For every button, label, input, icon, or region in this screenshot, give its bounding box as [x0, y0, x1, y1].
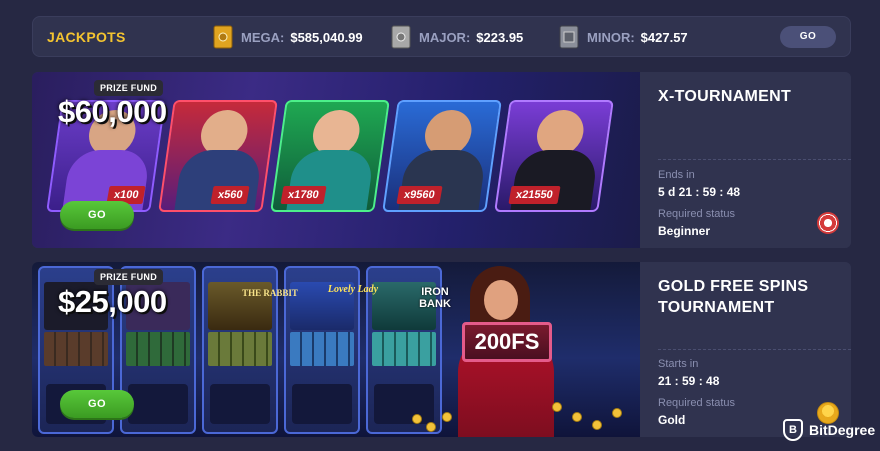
free-spins-sign: 200FS: [462, 322, 552, 362]
prize-fund-label: PRIZE FUND: [94, 269, 163, 285]
bitdegree-logo-icon: B: [783, 419, 803, 441]
status-value: Beginner: [658, 224, 711, 238]
gold-free-spins-info: GOLD FREE SPINS TOURNAMENT Starts in 21 …: [640, 262, 851, 437]
coin-icon: [612, 408, 622, 418]
jackpot-major: MAJOR: $223.95: [391, 24, 523, 50]
jackpot-mega: MEGA: $585,040.99: [213, 24, 363, 50]
jackpot-mega-value: $585,040.99: [290, 29, 363, 45]
status-value: Gold: [658, 413, 686, 427]
jackpot-major-label: MAJOR:: [419, 29, 471, 45]
jackpot-major-value: $223.95: [476, 29, 524, 45]
x-tournament-go-button[interactable]: GO: [60, 201, 134, 229]
slot-title: IRON BANK: [419, 286, 451, 310]
jackpot-mega-label: MEGA:: [241, 29, 285, 45]
steel-safe-icon: [559, 24, 579, 50]
jackpots-title: JACKPOTS: [47, 29, 126, 45]
gold-free-spins-go-button[interactable]: GO: [60, 390, 134, 418]
status-label: Required status: [658, 397, 736, 409]
prize-fund-amount: $60,000: [58, 94, 167, 129]
bitdegree-watermark: B BitDegree: [783, 419, 875, 441]
slot-title: THE RABBIT: [242, 288, 298, 298]
gold-free-spins-banner[interactable]: THE RABBIT Lovely Lady IRON BANK 200FS P…: [32, 262, 640, 437]
prize-fund-amount: $25,000: [58, 284, 167, 319]
coin-icon: [412, 414, 422, 424]
coin-icon: [426, 422, 436, 432]
coin-icon: [592, 420, 602, 430]
watermark-text: BitDegree: [809, 422, 876, 438]
poker-chip-icon: [817, 212, 839, 234]
gold-safe-icon: [213, 24, 233, 50]
tournament-card-x[interactable]: x100 x560 x1780 x9560 x21550 PRIZE FUND …: [32, 72, 851, 248]
coin-icon: [552, 402, 562, 412]
multiplier-badge: x1780: [280, 186, 327, 204]
coin-icon: [442, 412, 452, 422]
jackpot-minor-value: $427.57: [640, 29, 688, 45]
slot-title: Lovely Lady: [327, 284, 379, 295]
jackpot-bar: JACKPOTS MEGA: $585,040.99 MAJOR: $223.9…: [32, 16, 851, 57]
time-value: 21 : 59 : 48: [658, 374, 720, 388]
jackpot-minor-label: MINOR:: [587, 29, 635, 45]
multiplier-badge: x21550: [508, 186, 561, 204]
time-label: Starts in: [658, 358, 699, 370]
multiplier-badge: x560: [210, 186, 251, 204]
tournament-title: X-TOURNAMENT: [658, 88, 792, 105]
x-tournament-info: X-TOURNAMENT Ends in 5 d 21 : 59 : 48 Re…: [640, 72, 851, 248]
multiplier-badge: x9560: [396, 186, 443, 204]
time-value: 5 d 21 : 59 : 48: [658, 185, 741, 199]
silver-safe-icon: [391, 24, 411, 50]
time-label: Ends in: [658, 169, 695, 181]
status-label: Required status: [658, 208, 736, 220]
x-tournament-banner[interactable]: x100 x560 x1780 x9560 x21550 PRIZE FUND …: [32, 72, 640, 248]
tournament-card-gold-free-spins[interactable]: THE RABBIT Lovely Lady IRON BANK 200FS P…: [32, 262, 851, 437]
jackpot-minor: MINOR: $427.57: [559, 24, 688, 50]
coin-icon: [572, 412, 582, 422]
divider: [658, 349, 851, 350]
jackpots-go-button[interactable]: GO: [780, 26, 836, 48]
divider: [658, 159, 851, 160]
tournament-title: GOLD FREE SPINS TOURNAMENT: [658, 278, 809, 316]
